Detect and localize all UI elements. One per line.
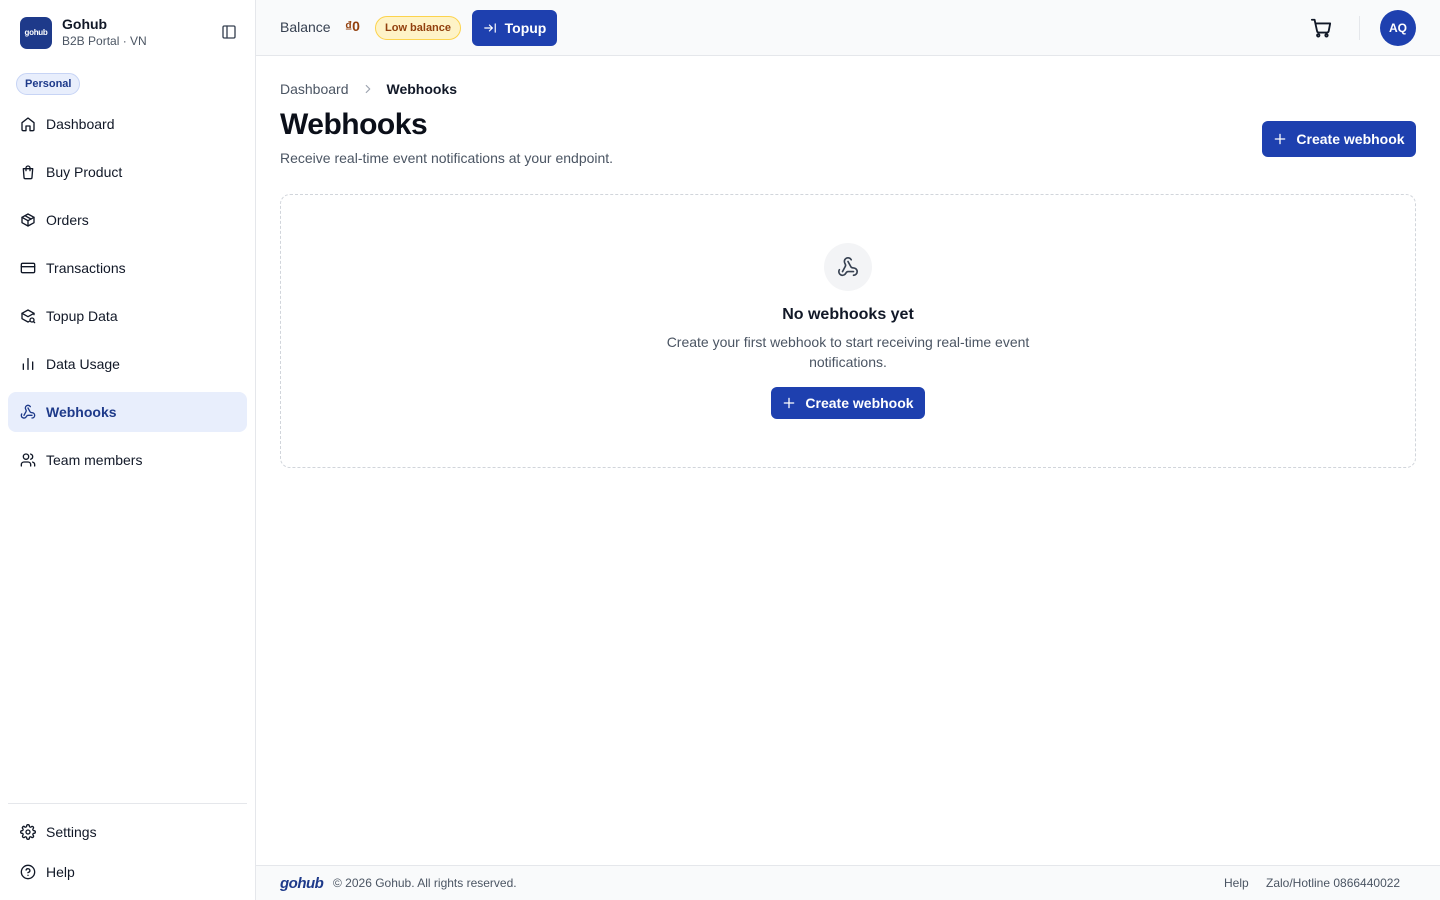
gear-icon (20, 824, 36, 840)
footer-copyright: © 2026 Gohub. All rights reserved. (333, 876, 517, 890)
package-icon (20, 212, 36, 228)
create-webhook-label: Create webhook (1296, 131, 1405, 147)
breadcrumb-dashboard[interactable]: Dashboard (280, 81, 349, 97)
sidebar: gohub Gohub B2B Portal · VN Personal Das… (0, 0, 256, 900)
arrow-right-to-line-icon (483, 23, 496, 33)
bar-chart-icon (20, 356, 36, 372)
sidebar-item-label: Data Usage (46, 356, 120, 372)
empty-create-webhook-button[interactable]: Create webhook (771, 387, 925, 419)
empty-state-description: Create your first webhook to start recei… (666, 334, 1030, 370)
sidebar-item-label: Topup Data (46, 308, 118, 324)
sidebar-item-label: Team members (46, 452, 143, 468)
shopping-bag-icon (20, 164, 36, 180)
cart-icon[interactable] (1309, 16, 1333, 40)
sidebar-item-label: Webhooks (46, 404, 117, 420)
low-balance-badge: Low balance (375, 16, 462, 40)
topup-label: Topup (504, 20, 547, 36)
header-divider (1359, 16, 1360, 40)
balance-label: Balance (280, 19, 331, 35)
avatar[interactable]: AQ (1380, 10, 1416, 46)
sidebar-toggle-icon[interactable] (219, 22, 239, 42)
sidebar-item-label: Buy Product (46, 164, 123, 180)
create-webhook-label: Create webhook (805, 395, 914, 411)
footer-help-link[interactable]: Help (1224, 876, 1249, 890)
breadcrumb-current: Webhooks (386, 81, 458, 97)
balance-value: ₫0 (345, 18, 360, 34)
sidebar-item-label: Orders (46, 212, 89, 228)
sidebar-item-buy-product[interactable]: Buy Product (8, 152, 247, 192)
footer-logo: gohub (280, 875, 324, 892)
page-subtitle: Receive real-time event notifications at… (280, 150, 614, 166)
sidebar-item-dashboard[interactable]: Dashboard (8, 104, 247, 144)
sidebar-nav: Dashboard Buy Product Orders Transaction… (8, 104, 247, 488)
sidebar-divider (8, 803, 247, 804)
brand-logo: gohub (20, 16, 52, 49)
sidebar-item-team-members[interactable]: Team members (8, 440, 247, 480)
sidebar-item-webhooks[interactable]: Webhooks (8, 392, 247, 432)
empty-state-title: No webhooks yet (782, 306, 914, 323)
sidebar-item-label: Settings (46, 824, 97, 840)
home-icon (20, 116, 36, 132)
plus-icon (784, 397, 795, 409)
sidebar-bottom-nav: Settings Help (8, 812, 247, 892)
workspace-badge[interactable]: Personal (16, 73, 81, 95)
sidebar-item-label: Help (46, 864, 75, 880)
topup-button[interactable]: Topup (472, 10, 557, 46)
chevron-right-icon (361, 82, 375, 96)
package-search-icon (20, 308, 36, 324)
footer-hotline: Zalo/Hotline 0866440022 (1266, 876, 1401, 890)
brand-subtitle: B2B Portal · VN (62, 34, 147, 48)
top-header: Balance ₫0 Low balance Topup AQ (256, 0, 1440, 56)
sidebar-item-label: Dashboard (46, 116, 115, 132)
webhook-icon (20, 404, 36, 420)
users-icon (20, 452, 36, 468)
sidebar-item-label: Transactions (46, 260, 126, 276)
sidebar-item-help[interactable]: Help (8, 852, 247, 892)
footer: gohub © 2026 Gohub. All rights reserved.… (256, 865, 1440, 900)
credit-card-icon (20, 260, 36, 276)
plus-icon (1275, 133, 1286, 145)
sidebar-item-settings[interactable]: Settings (8, 812, 247, 852)
help-circle-icon (20, 864, 36, 880)
page-title: Webhooks (280, 108, 428, 141)
sidebar-item-orders[interactable]: Orders (8, 200, 247, 240)
sidebar-item-transactions[interactable]: Transactions (8, 248, 247, 288)
sidebar-item-data-usage[interactable]: Data Usage (8, 344, 247, 384)
breadcrumb: Dashboard Webhooks (280, 81, 457, 97)
brand[interactable]: gohub Gohub B2B Portal · VN (20, 16, 147, 49)
empty-state-card: No webhooks yet Create your first webhoo… (280, 194, 1416, 468)
create-webhook-button[interactable]: Create webhook (1262, 121, 1416, 157)
brand-name: Gohub (62, 16, 108, 32)
webhook-icon (824, 243, 872, 291)
sidebar-item-topup-data[interactable]: Topup Data (8, 296, 247, 336)
